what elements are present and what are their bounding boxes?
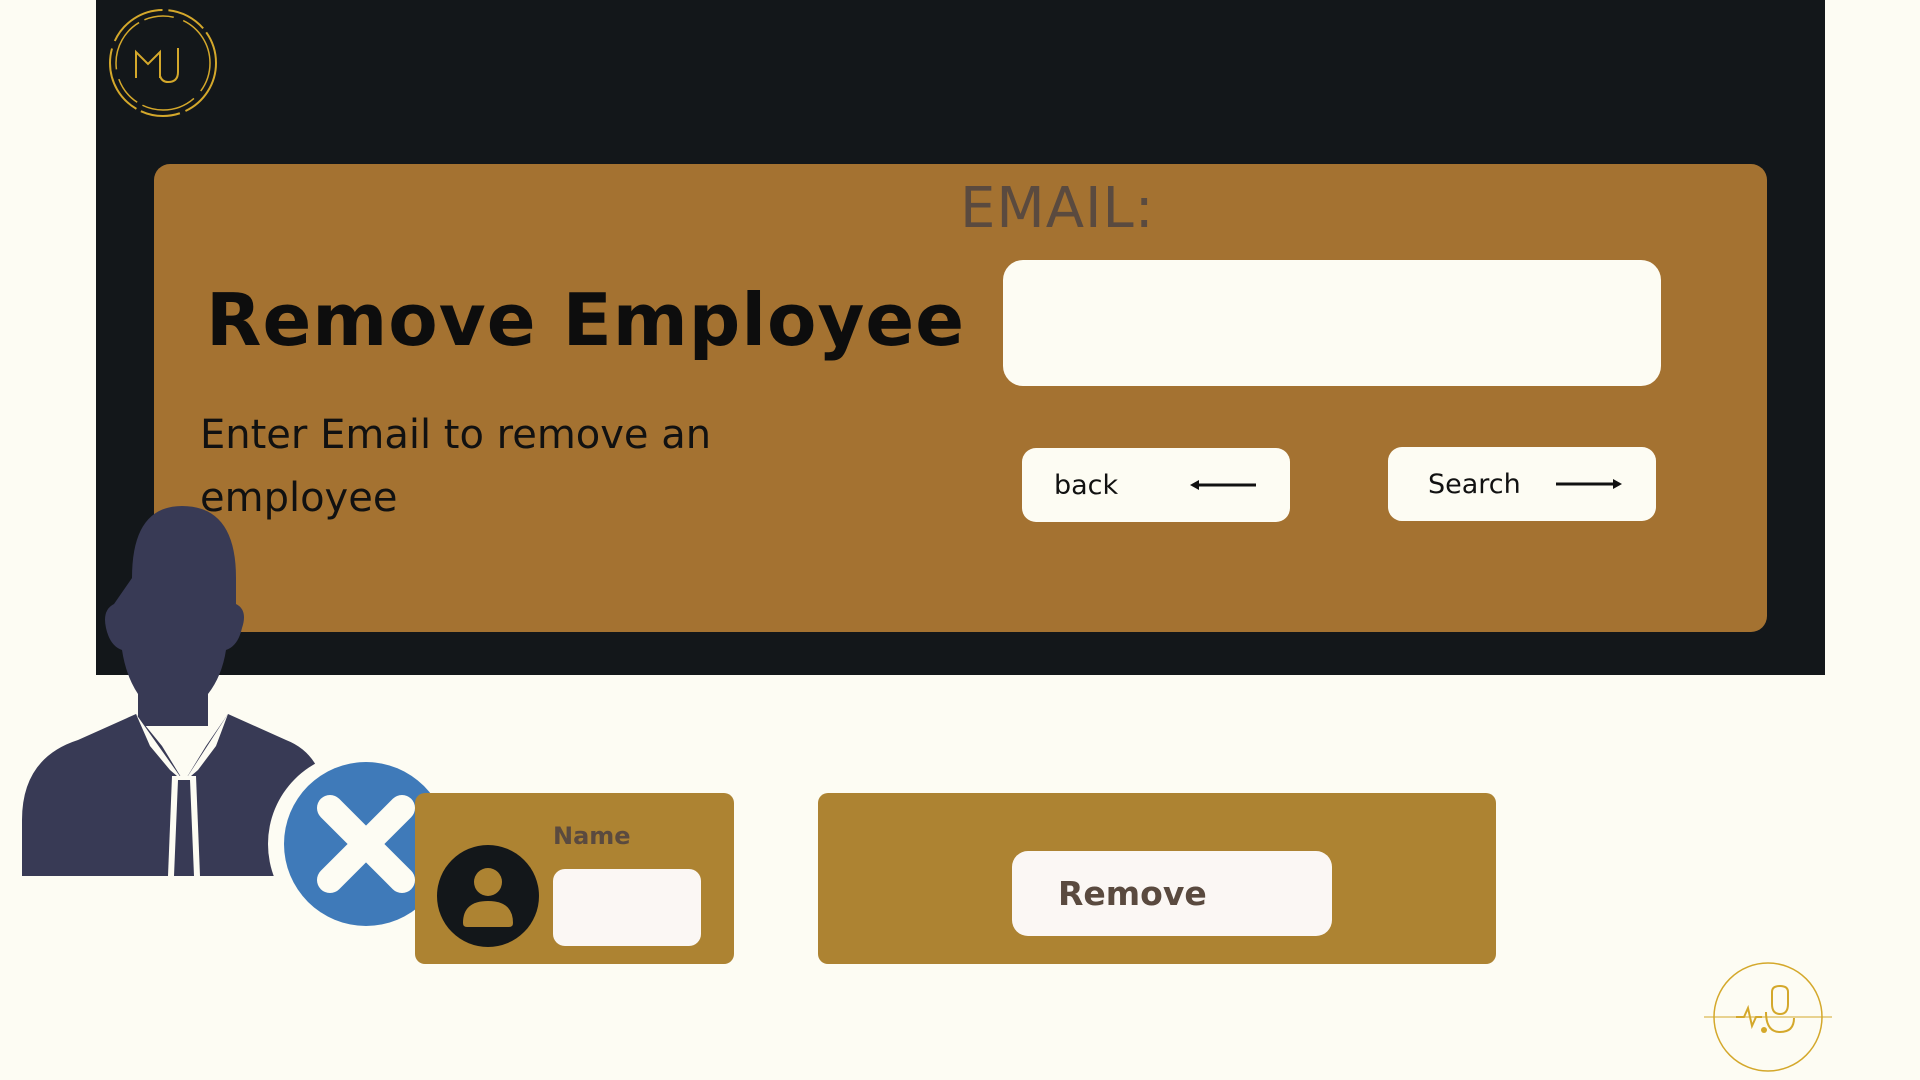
arrow-left-icon bbox=[1190, 480, 1256, 490]
medical-heartbeat-logo-icon bbox=[1704, 962, 1832, 1072]
remove-button[interactable]: Remove bbox=[1012, 851, 1332, 936]
user-avatar-icon bbox=[437, 845, 539, 947]
arrow-right-icon bbox=[1556, 479, 1622, 489]
name-field[interactable] bbox=[553, 869, 701, 946]
search-button-label: Search bbox=[1428, 468, 1521, 500]
back-button-label: back bbox=[1054, 469, 1119, 501]
name-label: Name bbox=[553, 822, 631, 850]
email-input[interactable] bbox=[1003, 260, 1661, 386]
back-button[interactable]: back bbox=[1022, 448, 1290, 522]
email-label: EMAIL: bbox=[960, 176, 1155, 241]
page-title: Remove Employee bbox=[206, 278, 966, 362]
mj-logo-icon bbox=[109, 9, 217, 117]
search-button[interactable]: Search bbox=[1388, 447, 1656, 521]
remove-button-label: Remove bbox=[1058, 874, 1207, 913]
